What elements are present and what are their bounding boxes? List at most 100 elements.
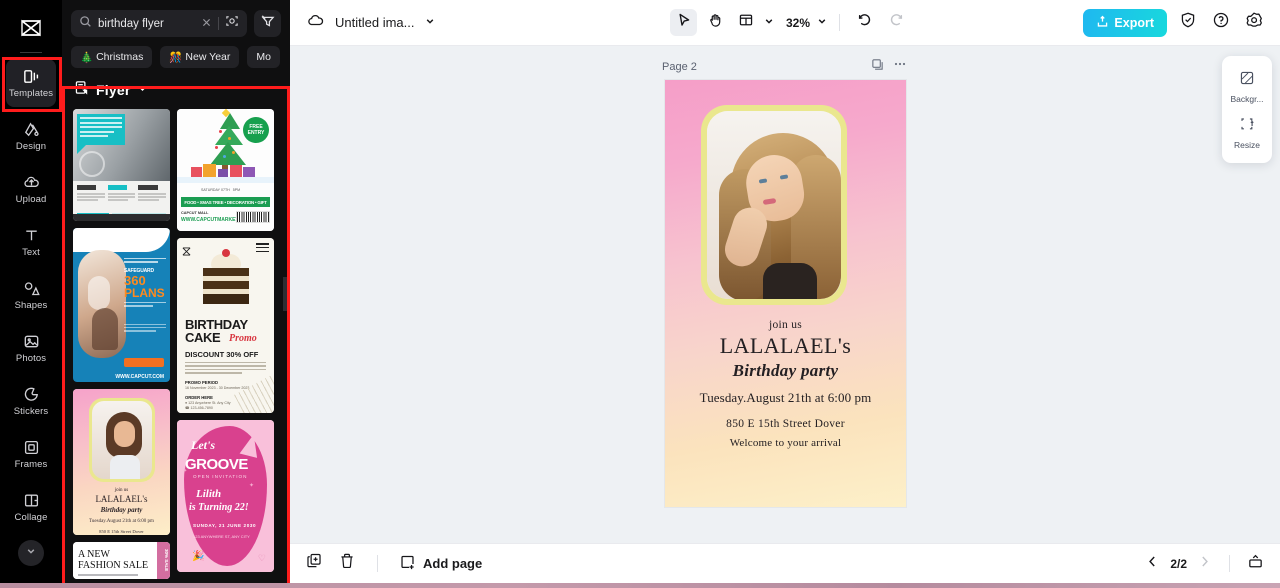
background-button[interactable]: Backgr... xyxy=(1222,64,1272,110)
top-toolbar: Untitled ima... 32% Export xyxy=(290,0,1280,46)
close-icon[interactable] xyxy=(201,15,212,33)
duplicate-page-icon[interactable] xyxy=(871,58,884,76)
frames-icon xyxy=(22,438,41,457)
duplicate-button[interactable] xyxy=(306,552,324,575)
add-page-button[interactable]: Add page xyxy=(399,554,482,574)
chevron-down-icon[interactable] xyxy=(137,81,148,99)
add-page-label: Add page xyxy=(423,556,483,571)
layout-icon xyxy=(738,12,754,33)
chevron-down-icon xyxy=(25,544,37,562)
chip-label: Mo xyxy=(256,51,271,63)
template-card[interactable]: BIRTHDAY CAKE Promo DISCOUNT 30% OFF PROM… xyxy=(177,238,274,413)
capcut-logo-icon[interactable] xyxy=(0,6,62,50)
search-row: birthday flyer xyxy=(62,0,290,37)
sidebar-item-upload[interactable]: Upload xyxy=(6,165,56,213)
export-button[interactable]: Export xyxy=(1083,8,1167,37)
photos-icon xyxy=(22,332,41,351)
sidebar-more-button[interactable] xyxy=(18,540,44,566)
sidebar-item-label: Upload xyxy=(15,194,47,206)
chip-emoji: 🎄 xyxy=(80,51,94,64)
sidebar-item-stickers[interactable]: Stickers xyxy=(6,377,56,425)
shield-check-icon xyxy=(1179,11,1197,34)
design-datetime: Tuesday.August 21th at 6:00 pm xyxy=(699,390,872,405)
rail-divider xyxy=(20,52,42,53)
sidebar-item-photos[interactable]: Photos xyxy=(6,324,56,372)
template-card[interactable]: Let's GROOVE OPEN INVITATION Lilith is T… xyxy=(177,420,274,572)
redo-icon xyxy=(888,12,904,33)
text-icon xyxy=(22,226,41,245)
left-rail: Templates Design Upload Text Shapes Phot… xyxy=(0,0,62,588)
chip-label: Christmas xyxy=(96,51,144,63)
resize-icon xyxy=(1239,116,1255,137)
cursor-icon xyxy=(676,12,692,33)
prev-page-button[interactable] xyxy=(1145,554,1160,574)
zoom-level[interactable]: 32% xyxy=(784,16,812,30)
design-name: LALALAEL's xyxy=(719,333,852,358)
design-occasion: Birthday party xyxy=(732,361,839,380)
add-page-icon xyxy=(399,554,416,574)
sidebar-item-shapes[interactable]: Shapes xyxy=(6,271,56,319)
page-header-row: Page 2 xyxy=(662,57,907,76)
panel-collapse-button[interactable] xyxy=(283,277,290,311)
bottom-strip xyxy=(0,583,1280,588)
sidebar-item-design[interactable]: Design xyxy=(6,112,56,160)
chip-new-year[interactable]: 🎊 New Year xyxy=(160,46,240,68)
collage-icon xyxy=(22,491,41,510)
section-header[interactable]: Flyer xyxy=(62,68,290,109)
next-page-button[interactable] xyxy=(1197,554,1212,574)
template-column: ✂ CapCut SAFEGUARD 360 PLANS WWW.CAPCUT.… xyxy=(73,109,170,579)
bottombar-divider xyxy=(377,555,378,572)
page-label: Page 2 xyxy=(662,60,697,73)
canvas-tools: 32% xyxy=(670,9,909,36)
hand-tool-button[interactable] xyxy=(701,9,728,36)
chip-emoji: 🎊 xyxy=(169,51,183,64)
chevron-down-icon[interactable] xyxy=(763,14,775,32)
photo-frame[interactable] xyxy=(701,105,847,305)
sidebar-item-label: Shapes xyxy=(14,300,48,312)
image-search-icon[interactable] xyxy=(225,14,239,33)
search-icon xyxy=(79,15,92,33)
chip-christmas[interactable]: 🎄 Christmas xyxy=(71,46,153,68)
more-horizontal-icon[interactable] xyxy=(893,57,907,76)
template-card[interactable]: join us LALALAEL's Birthday party Tuesda… xyxy=(73,388,170,536)
template-card[interactable] xyxy=(73,109,170,221)
toolbar-divider xyxy=(839,14,840,31)
layout-tool-button[interactable] xyxy=(732,9,759,36)
select-tool-button[interactable] xyxy=(670,9,697,36)
search-input[interactable]: birthday flyer xyxy=(71,10,247,37)
delete-button[interactable] xyxy=(338,552,356,575)
sidebar-item-templates[interactable]: Templates xyxy=(6,59,56,107)
resize-label: Resize xyxy=(1234,139,1260,150)
template-card[interactable]: FREE ENTRY SATURDAY 07TH 5PM FOOD • XMAS … xyxy=(177,109,274,231)
page-actions xyxy=(871,57,907,76)
bottombar-divider-2 xyxy=(1229,555,1230,572)
canvas-float-panel: Backgr... Resize xyxy=(1222,56,1272,163)
template-card[interactable]: ✂ CapCut SAFEGUARD 360 PLANS WWW.CAPCUT.… xyxy=(73,227,170,382)
templates-panel: birthday flyer 🎄 Christmas 🎊 New Year Mo… xyxy=(62,0,290,588)
design-page[interactable]: join us LALALAEL's Birthday party Tuesda… xyxy=(665,80,906,507)
chevron-down-icon[interactable] xyxy=(424,14,436,32)
design-icon xyxy=(22,120,41,139)
cloud-icon xyxy=(306,11,325,35)
sidebar-item-text[interactable]: Text xyxy=(6,218,56,266)
doc-title-group[interactable]: Untitled ima... xyxy=(290,11,436,35)
template-grid: ✂ CapCut SAFEGUARD 360 PLANS WWW.CAPCUT.… xyxy=(62,109,290,579)
canvas-area[interactable]: Page 2 join us LALALAEL's Birthday party… xyxy=(290,46,1280,543)
shapes-icon xyxy=(22,279,41,298)
sidebar-item-frames[interactable]: Frames xyxy=(6,430,56,478)
help-button[interactable] xyxy=(1209,11,1233,35)
sidebar-item-collage[interactable]: Collage xyxy=(6,483,56,531)
stickers-icon xyxy=(22,385,41,404)
document-title[interactable]: Untitled ima... xyxy=(335,15,414,30)
settings-button[interactable] xyxy=(1242,11,1266,35)
filter-button[interactable] xyxy=(254,10,281,37)
expand-panel-button[interactable] xyxy=(1247,553,1264,575)
resize-button[interactable]: Resize xyxy=(1222,110,1272,156)
chevron-down-icon[interactable] xyxy=(816,14,828,32)
undo-button[interactable] xyxy=(851,9,878,36)
chip-more[interactable]: Mo xyxy=(247,46,280,68)
template-card[interactable]: 30% SALE A NEW FASHION SALE xyxy=(73,542,170,579)
redo-button[interactable] xyxy=(882,9,909,36)
shield-check-button[interactable] xyxy=(1176,11,1200,35)
background-label: Backgr... xyxy=(1230,94,1264,104)
